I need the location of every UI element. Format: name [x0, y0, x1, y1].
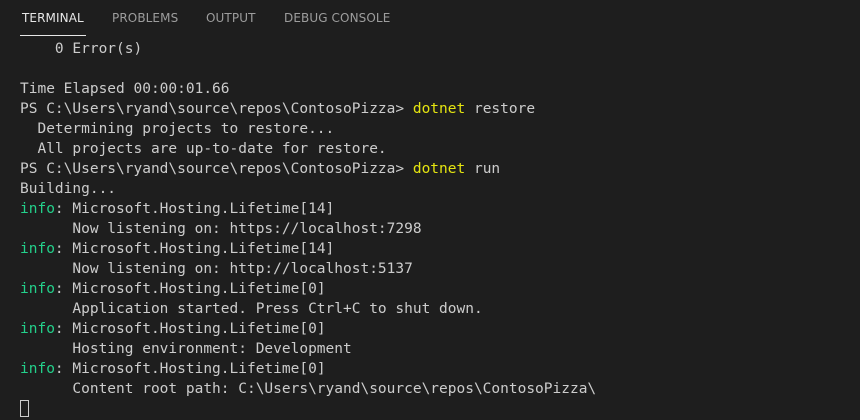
tab-problems[interactable]: PROBLEMS	[112, 11, 178, 25]
terminal-line: 0 Error(s)	[20, 39, 850, 59]
log-source: : Microsoft.Hosting.Lifetime[0]	[54, 361, 326, 377]
terminal-command-line: PS C:\Users\ryand\source\repos\ContosoPi…	[20, 99, 850, 119]
terminal-text: Application started. Press Ctrl+C to shu…	[20, 301, 483, 317]
terminal-text: Now listening on: http://localhost:5137	[20, 261, 413, 277]
terminal-output[interactable]: 0 Error(s) Time Elapsed 00:00:01.66 PS C…	[20, 39, 850, 419]
log-level-info: info	[20, 361, 55, 377]
terminal-text: Determining projects to restore...	[20, 121, 335, 137]
log-message: Now listening on: https://localhost:7298	[20, 219, 850, 239]
terminal-cursor	[20, 400, 29, 417]
terminal-line: Building...	[20, 179, 850, 199]
log-source: : Microsoft.Hosting.Lifetime[14]	[54, 201, 335, 217]
log-entry-header: info: Microsoft.Hosting.Lifetime[0]	[20, 319, 850, 339]
tab-terminal[interactable]: TERMINAL	[22, 11, 84, 25]
terminal-text: Time Elapsed 00:00:01.66	[20, 81, 230, 97]
terminal-text: Hosting environment: Development	[20, 341, 352, 357]
log-entry-header: info: Microsoft.Hosting.Lifetime[14]	[20, 199, 850, 219]
log-level-info: info	[20, 241, 55, 257]
terminal-text: Building...	[20, 181, 117, 197]
command-args: restore	[465, 101, 536, 117]
terminal-line: Determining projects to restore...	[20, 119, 850, 139]
command-name: dotnet	[412, 161, 466, 177]
terminal-line: Time Elapsed 00:00:01.66	[20, 79, 850, 99]
terminal-panel: TERMINAL PROBLEMS OUTPUT DEBUG CONSOLE 0…	[0, 0, 860, 420]
log-source: : Microsoft.Hosting.Lifetime[0]	[54, 321, 326, 337]
terminal-line: All projects are up-to-date for restore.	[20, 139, 850, 159]
tab-debug-console[interactable]: DEBUG CONSOLE	[284, 11, 390, 25]
shell-prompt: PS C:\Users\ryand\source\repos\ContosoPi…	[20, 161, 413, 177]
terminal-command-line: PS C:\Users\ryand\source\repos\ContosoPi…	[20, 159, 850, 179]
log-message: Application started. Press Ctrl+C to shu…	[20, 299, 850, 319]
terminal-text: All projects are up-to-date for restore.	[20, 141, 387, 157]
log-message: Content root path: C:\Users\ryand\source…	[20, 379, 850, 399]
log-level-info: info	[20, 281, 55, 297]
command-name: dotnet	[412, 101, 466, 117]
log-level-info: info	[20, 201, 55, 217]
terminal-text: Now listening on: https://localhost:7298	[20, 221, 422, 237]
terminal-text: Content root path: C:\Users\ryand\source…	[20, 381, 597, 397]
log-entry-header: info: Microsoft.Hosting.Lifetime[0]	[20, 359, 850, 379]
panel-tab-bar: TERMINAL PROBLEMS OUTPUT DEBUG CONSOLE	[0, 0, 860, 36]
log-source: : Microsoft.Hosting.Lifetime[0]	[54, 281, 326, 297]
terminal-text: 0 Error(s)	[20, 41, 143, 57]
tab-output[interactable]: OUTPUT	[206, 11, 256, 25]
terminal-input-line[interactable]	[20, 399, 850, 419]
log-entry-header: info: Microsoft.Hosting.Lifetime[14]	[20, 239, 850, 259]
active-tab-indicator	[20, 35, 86, 36]
log-message: Now listening on: http://localhost:5137	[20, 259, 850, 279]
log-level-info: info	[20, 321, 55, 337]
shell-prompt: PS C:\Users\ryand\source\repos\ContosoPi…	[20, 101, 413, 117]
log-message: Hosting environment: Development	[20, 339, 850, 359]
command-args: run	[465, 161, 501, 177]
log-entry-header: info: Microsoft.Hosting.Lifetime[0]	[20, 279, 850, 299]
log-source: : Microsoft.Hosting.Lifetime[14]	[54, 241, 335, 257]
